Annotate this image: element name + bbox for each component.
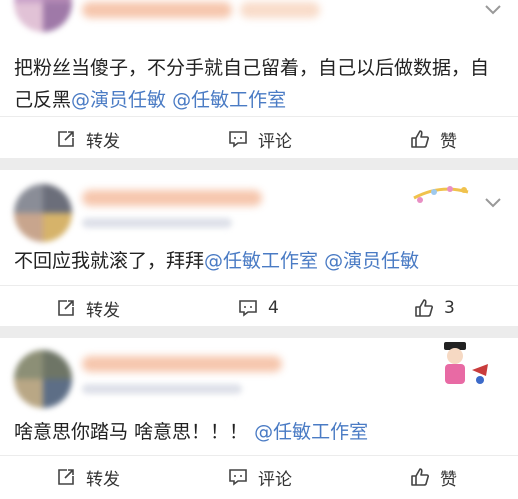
comment-button[interactable]: 4 bbox=[238, 286, 279, 330]
mention-link[interactable]: @任敏工作室 bbox=[254, 421, 368, 443]
mention-link[interactable]: @任敏工作室 bbox=[204, 250, 318, 272]
repost-button[interactable]: 转发 bbox=[56, 117, 120, 161]
username-blurred[interactable] bbox=[82, 190, 262, 206]
share-square-icon bbox=[58, 469, 74, 485]
share-square-icon bbox=[58, 131, 74, 147]
repost-label: 转发 bbox=[86, 131, 120, 152]
comment-bubble-icon bbox=[239, 300, 257, 317]
share-square-icon bbox=[58, 300, 74, 316]
section-separator bbox=[0, 158, 518, 170]
avatar[interactable] bbox=[14, 184, 72, 242]
post-text: 不回应我就滚了，拜拜@任敏工作室 @演员任敏 bbox=[14, 245, 504, 277]
avatar[interactable] bbox=[14, 350, 72, 408]
thumbs-up-icon bbox=[411, 468, 429, 486]
mention-link[interactable]: @演员任敏 bbox=[324, 250, 419, 272]
comment-label: 评论 bbox=[258, 131, 292, 152]
repost-button[interactable]: 转发 bbox=[56, 286, 120, 330]
like-button[interactable]: 赞 bbox=[410, 117, 457, 161]
meta-blurred bbox=[82, 218, 232, 228]
comment-button[interactable]: 评论 bbox=[228, 117, 292, 161]
like-button[interactable]: 赞 bbox=[410, 455, 457, 499]
username-blurred[interactable] bbox=[82, 2, 232, 18]
comment-bubble-icon bbox=[229, 131, 247, 148]
comment-button[interactable]: 评论 bbox=[228, 455, 292, 499]
thumbs-up-icon bbox=[415, 299, 433, 317]
avatar[interactable] bbox=[14, 0, 72, 32]
mention-link[interactable]: @演员任敏 bbox=[71, 89, 166, 111]
thumbs-up-icon bbox=[411, 130, 429, 148]
post-1: 把粉丝当傻子，不分手就自己留着，自己以后做数据，自己反黑@演员任敏 @任敏工作室… bbox=[0, 0, 518, 158]
post-3: 啥意思你踏马 啥意思！！！ @任敏工作室 转发 评论 赞 bbox=[0, 338, 518, 490]
post-body: 不回应我就滚了，拜拜 bbox=[14, 250, 205, 272]
like-button[interactable]: 3 bbox=[414, 286, 455, 330]
chevron-down-icon[interactable] bbox=[484, 197, 502, 209]
mention-link[interactable]: @任敏工作室 bbox=[172, 89, 286, 111]
like-count: 3 bbox=[444, 298, 455, 318]
post-2: 不回应我就滚了，拜拜@任敏工作室 @演员任敏 转发 4 3 bbox=[0, 170, 518, 326]
action-bar: 转发 4 3 bbox=[0, 286, 518, 330]
repost-label: 转发 bbox=[86, 300, 120, 321]
action-bar: 转发 评论 赞 bbox=[0, 117, 518, 161]
section-separator bbox=[0, 326, 518, 338]
comment-label: 评论 bbox=[258, 469, 292, 490]
comment-bubble-icon bbox=[229, 469, 247, 486]
character-sticker-icon bbox=[444, 342, 488, 384]
post-text: 啥意思你踏马 啥意思！！！ @任敏工作室 bbox=[14, 416, 504, 448]
like-label: 赞 bbox=[440, 469, 457, 490]
sparkle-sticker-icon bbox=[413, 186, 469, 203]
badge-blurred bbox=[240, 2, 320, 18]
repost-label: 转发 bbox=[86, 469, 120, 490]
action-bar: 转发 评论 赞 bbox=[0, 455, 518, 499]
post-body: 啥意思你踏马 啥意思！！！ bbox=[14, 421, 249, 443]
post-text: 把粉丝当傻子，不分手就自己留着，自己以后做数据，自己反黑@演员任敏 @任敏工作室 bbox=[14, 52, 504, 116]
repost-button[interactable]: 转发 bbox=[56, 455, 120, 499]
meta-blurred bbox=[82, 384, 242, 394]
comment-count: 4 bbox=[268, 298, 279, 318]
like-label: 赞 bbox=[440, 131, 457, 152]
chevron-down-icon[interactable] bbox=[484, 4, 502, 16]
username-blurred[interactable] bbox=[82, 356, 282, 372]
